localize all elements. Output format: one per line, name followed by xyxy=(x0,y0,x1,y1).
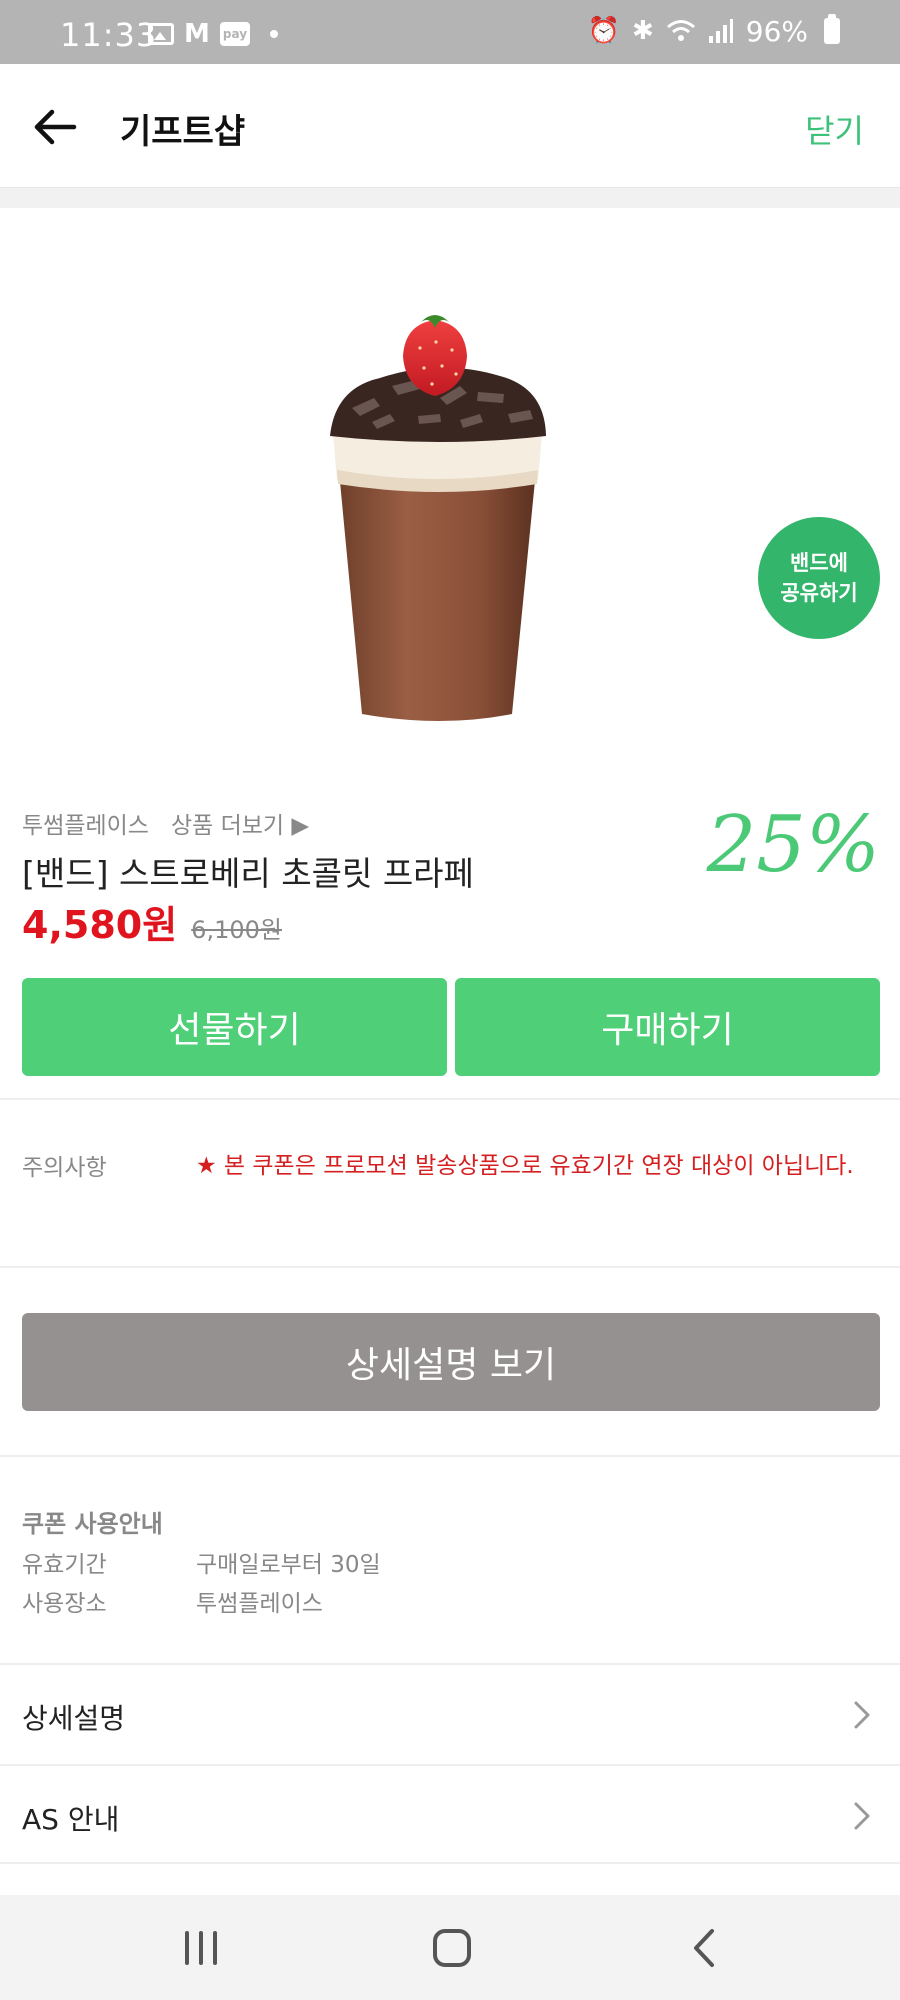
system-nav-bar xyxy=(0,1895,900,2000)
frappe-illustration xyxy=(330,315,546,721)
buy-button[interactable]: 구매하기 xyxy=(455,978,880,1076)
battery-level: 96% xyxy=(745,14,808,48)
product-name: [밴드] 스트로베리 초콜릿 프라페 xyxy=(22,854,474,893)
arrow-left-icon[interactable] xyxy=(28,100,82,154)
bluetooth-icon: ✱ xyxy=(631,16,654,46)
recent-apps-icon[interactable] xyxy=(176,1925,226,1971)
header-divider xyxy=(0,188,900,208)
chevron-right-icon xyxy=(854,1802,870,1830)
gmail-icon: M xyxy=(184,19,210,49)
list-item-label: 상세설명 xyxy=(22,1702,126,1735)
info-key: 유효기간 xyxy=(22,1552,107,1578)
discount-rate: 25% xyxy=(706,800,880,890)
share-line-1: 밴드에 xyxy=(790,551,848,575)
share-to-band-button[interactable]: 밴드에 공유하기 xyxy=(758,517,880,639)
status-system-icons: ⏰ ✱ 96% xyxy=(588,14,840,48)
list-item-label: AS 안내 xyxy=(22,1803,120,1836)
gallery-icon xyxy=(148,23,174,45)
view-details-button[interactable]: 상세설명 보기 xyxy=(22,1313,880,1411)
dot-icon xyxy=(270,30,279,38)
coupon-info-row: 사용장소 투썸플레이스 xyxy=(22,1584,323,1618)
close-button[interactable]: 닫기 xyxy=(805,106,864,152)
brand-row: 투썸플레이스 상품 더보기 ▶ xyxy=(22,806,309,840)
divider xyxy=(0,1455,900,1457)
home-icon[interactable] xyxy=(427,1925,477,1971)
back-icon[interactable] xyxy=(680,1925,730,1971)
original-price: 6,100원 xyxy=(191,916,282,944)
more-products-link[interactable]: 상품 더보기 ▶ xyxy=(171,806,309,840)
divider xyxy=(0,1266,900,1268)
app-header: 기프트샵 닫기 xyxy=(0,64,900,188)
status-notification-icons: M pay xyxy=(148,19,279,49)
list-item-as-info[interactable]: AS 안내 xyxy=(0,1764,900,1864)
price-row: 4,580원 6,100원 xyxy=(22,894,282,949)
caution-label: 주의사항 xyxy=(22,1155,107,1181)
pay-icon: pay xyxy=(219,22,251,46)
product-image xyxy=(0,208,900,776)
alarm-icon: ⏰ xyxy=(587,16,620,46)
chevron-right-icon xyxy=(854,1701,870,1729)
status-time: 11:33 xyxy=(60,16,158,54)
coupon-info-title: 쿠폰 사용안내 xyxy=(22,1510,163,1538)
sale-price: 4,580원 xyxy=(22,903,178,947)
signal-icon xyxy=(708,19,733,43)
wifi-icon xyxy=(666,20,695,41)
page-title: 기프트샵 xyxy=(120,112,246,152)
caution-text: ★ 본 쿠폰은 프로모션 발송상품으로 유효기간 연장 대상이 아닙니다. xyxy=(196,1153,854,1179)
coupon-info-row: 유효기간 구매일로부터 30일 xyxy=(22,1545,381,1579)
info-value: 구매일로부터 30일 xyxy=(196,1552,381,1578)
info-key: 사용장소 xyxy=(22,1591,107,1617)
divider xyxy=(0,1098,900,1100)
info-value: 투썸플레이스 xyxy=(196,1591,323,1617)
brand-name: 투썸플레이스 xyxy=(22,813,149,839)
list-item-details[interactable]: 상세설명 xyxy=(0,1663,900,1763)
battery-icon xyxy=(824,14,840,44)
status-bar: 11:33 M pay ⏰ ✱ 96% xyxy=(0,0,900,64)
gift-button[interactable]: 선물하기 xyxy=(22,978,447,1076)
share-line-2: 공유하기 xyxy=(780,581,858,605)
